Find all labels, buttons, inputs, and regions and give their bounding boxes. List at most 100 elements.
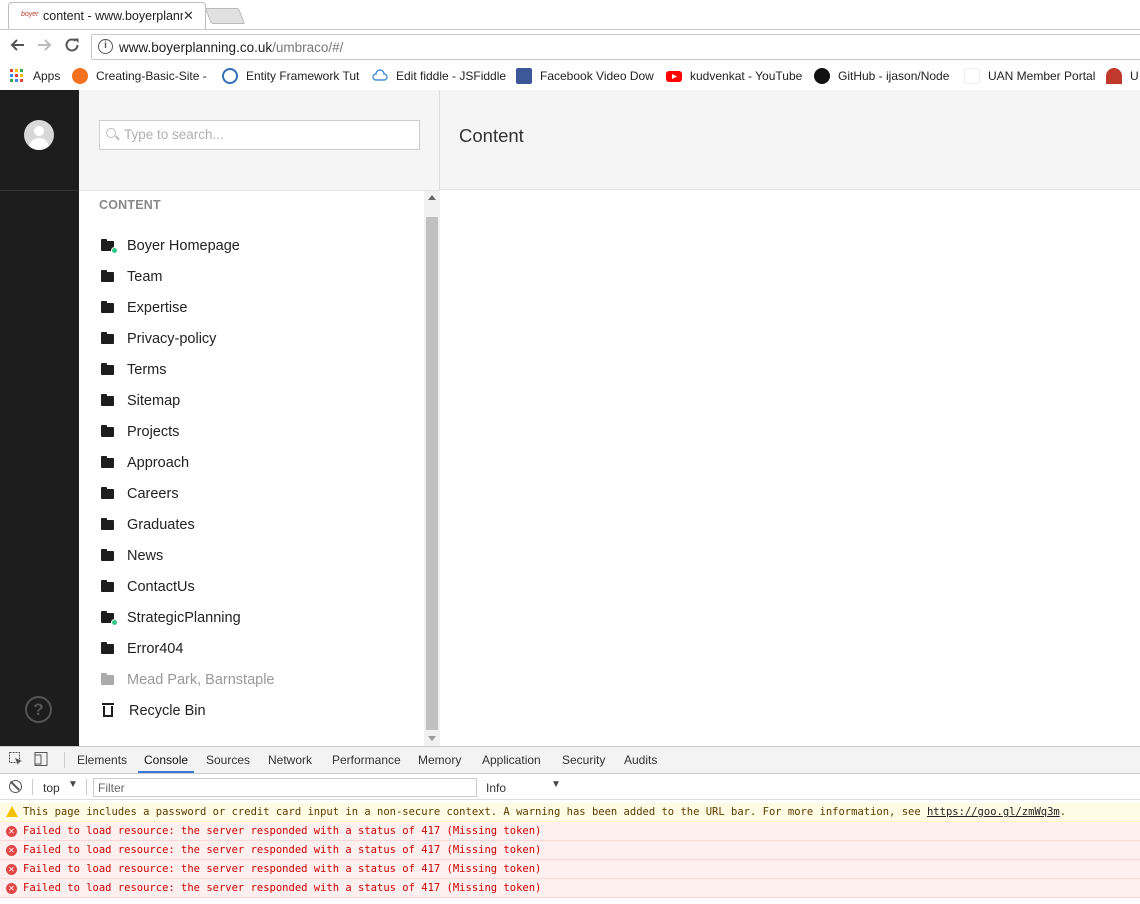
tree-node-label: Careers	[127, 486, 179, 502]
tab-elements[interactable]: Elements	[77, 753, 127, 767]
bookmark-entity-framework[interactable]: Entity Framework Tut	[222, 68, 359, 84]
bookmark-label: Edit fiddle - JSFiddle	[396, 69, 507, 83]
tab-console[interactable]: Console	[144, 753, 188, 767]
console-message-error: ✕ Failed to load resource: the server re…	[0, 822, 1140, 841]
tree-node-contactus[interactable]: ContactUs	[101, 576, 195, 598]
tree-node-label: Team	[127, 269, 163, 285]
bookmark-jsfiddle[interactable]: Edit fiddle - JSFiddle	[372, 68, 506, 84]
toolbar-separator	[32, 779, 33, 795]
log-level-selector[interactable]: Info	[486, 781, 506, 795]
reload-icon[interactable]	[64, 37, 80, 58]
tab-audits[interactable]: Audits	[624, 753, 657, 767]
sidebar-divider	[0, 190, 79, 191]
close-tab-icon[interactable]: ✕	[183, 8, 194, 24]
help-icon[interactable]: ?	[25, 696, 52, 723]
message-text: Failed to load resource: the server resp…	[23, 844, 542, 856]
inspect-element-icon[interactable]	[9, 752, 23, 766]
filter-input[interactable]	[98, 781, 468, 795]
folder-icon	[101, 456, 114, 468]
tree-node-boyer-homepage[interactable]: Boyer Homepage	[101, 235, 240, 257]
sections-sidebar: ?	[0, 90, 79, 746]
message-text: This page includes a password or credit …	[23, 806, 927, 818]
folder-published-icon	[101, 611, 118, 626]
tab-network[interactable]: Network	[268, 753, 312, 767]
bookmark-label: Creating-Basic-Site -	[96, 69, 207, 83]
bookmark-apps[interactable]: Apps	[9, 68, 60, 84]
tree-node-error404[interactable]: Error404	[101, 638, 183, 660]
chevron-down-icon[interactable]: ▼	[551, 779, 561, 790]
bookmark-creating-basic-site[interactable]: Creating-Basic-Site -	[72, 68, 207, 84]
folder-icon	[101, 425, 114, 437]
address-bar[interactable]: i www.boyerplanning.co.uk/umbraco/#/	[91, 34, 1140, 60]
tree-node-sitemap[interactable]: Sitemap	[101, 390, 180, 412]
tree-node-label: Recycle Bin	[129, 703, 206, 719]
scroll-thumb[interactable]	[426, 217, 438, 730]
tree-node-terms[interactable]: Terms	[101, 359, 166, 381]
tree-node-label: ContactUs	[127, 579, 195, 595]
tree-node-label: Mead Park, Barnstaple	[127, 672, 275, 688]
tree-node-approach[interactable]: Approach	[101, 452, 189, 474]
blank-page-icon	[964, 68, 980, 84]
forward-arrow-icon[interactable]	[37, 37, 53, 58]
message-link[interactable]: https://goo.gl/zmWq3m	[927, 806, 1060, 818]
tree-node-strategicplanning[interactable]: StrategicPlanning	[101, 607, 241, 629]
tab-sources[interactable]: Sources	[206, 753, 250, 767]
user-avatar[interactable]	[24, 120, 54, 150]
tree-node-label: StrategicPlanning	[127, 610, 241, 626]
toolbar-separator	[64, 752, 65, 768]
tree-node-projects[interactable]: Projects	[101, 421, 179, 443]
tree-node-team[interactable]: Team	[101, 266, 162, 288]
umbraco-icon	[72, 68, 88, 84]
tree-panel: CONTENT Boyer Homepage Team Expertise Pr…	[79, 191, 440, 746]
tree-node-label: Privacy-policy	[127, 331, 217, 347]
bookmark-kudvenkat-youtube[interactable]: kudvenkat - YouTube	[666, 68, 802, 84]
info-icon[interactable]: i	[98, 39, 113, 54]
clear-console-icon[interactable]	[9, 780, 22, 793]
url-text[interactable]: www.boyerplanning.co.uk/umbraco/#/	[119, 40, 343, 55]
folder-icon	[101, 580, 114, 592]
tree-node-privacy-policy[interactable]: Privacy-policy	[101, 328, 216, 350]
browser-tab[interactable]: boyer content - www.boyerplanning.co.uk …	[8, 2, 206, 30]
tab-application[interactable]: Application	[482, 753, 541, 767]
new-tab-button[interactable]	[204, 8, 246, 24]
tree-node-label: Expertise	[127, 300, 188, 316]
tree-node-news[interactable]: News	[101, 545, 163, 567]
bookmark-label: U	[1130, 69, 1139, 83]
bookmark-github[interactable]: GitHub - ijason/Node	[814, 68, 949, 84]
tree-node-expertise[interactable]: Expertise	[101, 297, 187, 319]
tree-node-careers[interactable]: Careers	[101, 483, 179, 505]
bookmark-facebook-video[interactable]: Facebook Video Dow	[516, 68, 654, 84]
tree-node-mead-park-barnstaple[interactable]: Mead Park, Barnstaple	[101, 669, 275, 691]
page-title: Content	[459, 125, 524, 146]
message-text: Failed to load resource: the server resp…	[23, 825, 542, 837]
tree-node-label: Sitemap	[127, 393, 181, 409]
tree-scrollbar[interactable]	[424, 191, 440, 746]
device-toolbar-icon[interactable]	[34, 752, 48, 766]
scroll-up-icon[interactable]	[428, 195, 436, 200]
tab-memory[interactable]: Memory	[418, 753, 461, 767]
search-box[interactable]	[99, 120, 420, 150]
console-message-error: ✕ Failed to load resource: the server re…	[0, 841, 1140, 860]
context-selector[interactable]: top	[43, 781, 60, 795]
tab-security[interactable]: Security	[562, 753, 605, 767]
search-input[interactable]	[124, 127, 414, 142]
bookmark-u[interactable]: U	[1106, 68, 1139, 84]
chevron-down-icon[interactable]: ▼	[68, 779, 78, 790]
apps-grid-icon	[9, 68, 25, 84]
console-message-error: ✕ Failed to load resource: the server re…	[0, 879, 1140, 898]
folder-icon	[101, 332, 114, 344]
tree-node-graduates[interactable]: Graduates	[101, 514, 195, 536]
back-arrow-icon[interactable]	[9, 37, 25, 58]
tree-node-label: Approach	[127, 455, 190, 471]
tab-performance[interactable]: Performance	[332, 753, 401, 767]
tree-node-label: Terms	[127, 362, 167, 378]
tree-node-recycle-bin[interactable]: Recycle Bin	[101, 700, 206, 722]
toolbar-separator	[86, 779, 87, 795]
folder-icon	[101, 301, 114, 313]
folder-icon	[101, 642, 114, 654]
browser-toolbar: i www.boyerplanning.co.uk/umbraco/#/	[0, 30, 1140, 64]
console-filter[interactable]	[93, 778, 477, 797]
bookmark-label: Entity Framework Tut	[246, 69, 360, 83]
bookmark-uan-member-portal[interactable]: UAN Member Portal	[964, 68, 1095, 84]
scroll-down-icon[interactable]	[428, 736, 436, 741]
